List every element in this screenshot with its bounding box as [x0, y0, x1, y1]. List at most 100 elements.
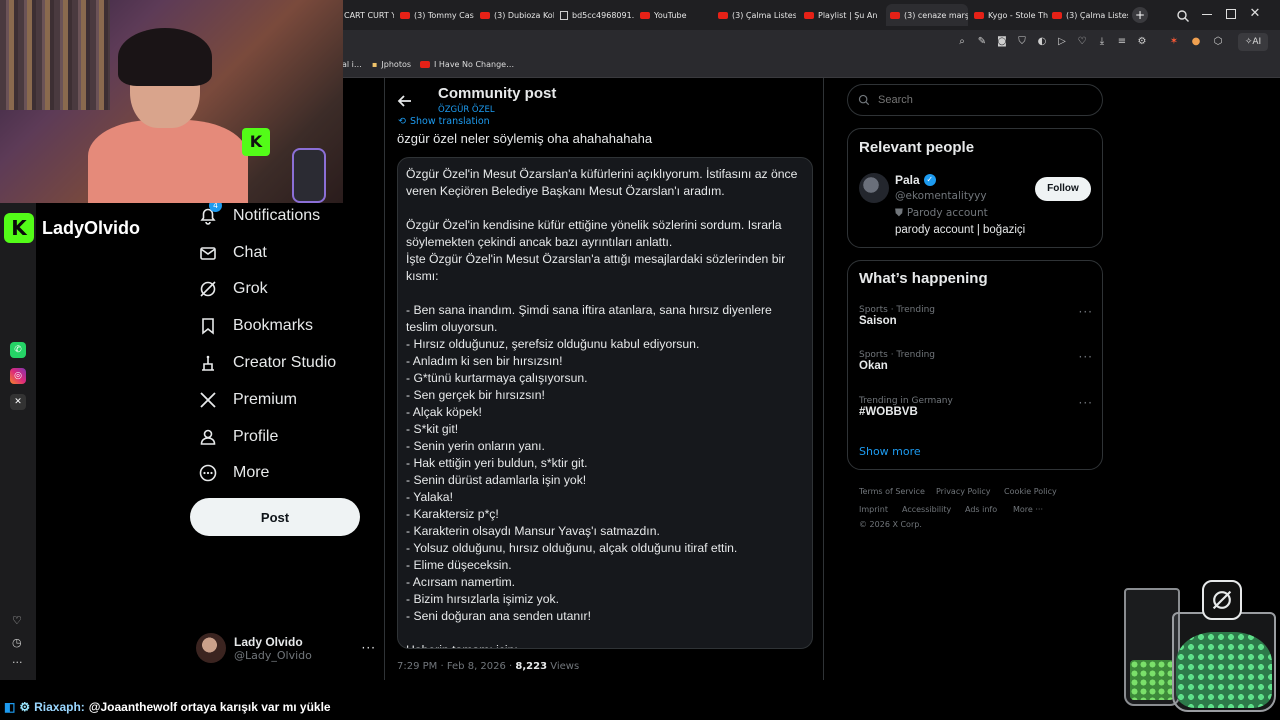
mask-icon: ⛊ [895, 207, 903, 219]
settings-icon[interactable]: ⚙ [1134, 34, 1150, 50]
browser-tab[interactable]: CART CURT Y [340, 4, 394, 26]
trend-item[interactable]: Trending in Germany #WOBBVB ··· [859, 396, 1093, 430]
maximize-icon[interactable] [1226, 9, 1236, 19]
avatar[interactable] [859, 173, 889, 203]
ai-button[interactable]: ✧AI [1238, 33, 1268, 51]
bookmark-item[interactable]: I Have No Change… [420, 60, 514, 69]
beans-fill-left [1130, 660, 1174, 700]
browser-tab-active[interactable]: (3) cenaze marşı [886, 4, 968, 26]
camera-icon[interactable]: ◙ [994, 34, 1010, 50]
nav-label: Bookmarks [233, 317, 314, 334]
menu-icon[interactable]: ≡ [1114, 34, 1130, 50]
edit-icon[interactable]: ✎ [974, 34, 990, 50]
nav-chat[interactable]: Chat [197, 236, 267, 270]
footer-link[interactable]: Privacy Policy [936, 487, 991, 496]
trend-meta: Sports · Trending [859, 305, 935, 315]
history-icon[interactable]: ◷ [12, 636, 22, 649]
quoted-post[interactable]: Özgür Özel'in Mesut Özarslan'a küfürleri… [397, 157, 813, 649]
left-strip [0, 203, 36, 680]
stream-channel-label: K LadyOlvido [4, 206, 194, 250]
browser-tab[interactable]: (3) Dubioza Kole [476, 4, 554, 26]
footer-link[interactable]: More ··· [1013, 505, 1043, 514]
streamer-hair [118, 28, 212, 86]
browser-tab[interactable]: (3) Çalma Listesi [1048, 4, 1128, 26]
relevant-people-title: Relevant people [859, 139, 975, 156]
minimize-icon[interactable] [1202, 14, 1212, 15]
show-translation-label: Show translation [409, 116, 490, 127]
tab-label: Playlist | Şu An İç [818, 10, 880, 20]
nav-bookmarks[interactable]: Bookmarks [197, 309, 313, 343]
footer-link[interactable]: Imprint [859, 505, 888, 514]
nav-notifications[interactable]: 4 Notifications [197, 199, 320, 233]
heart-icon[interactable]: ♡ [12, 614, 22, 627]
browser-tab[interactable]: bd5cc4968091… [556, 4, 634, 26]
nav-grok[interactable]: Grok [197, 272, 268, 306]
whats-happening-card: What’s happening Sports · Trending Saiso… [847, 260, 1103, 470]
nav-premium[interactable]: Premium [197, 383, 297, 417]
chat-text: @Joaanthewolf ortaya karışık var mı yükl… [88, 700, 331, 714]
bookmark-item[interactable]: al i… [342, 60, 362, 69]
trend-name: #WOBBVB [859, 406, 918, 418]
show-translation-link[interactable]: ⟲ Show translation [398, 116, 490, 127]
back-arrow-icon[interactable] [396, 92, 414, 110]
new-tab-button[interactable]: + [1132, 7, 1148, 23]
browser-tab[interactable]: Playlist | Şu An İç [800, 4, 880, 26]
instagram-icon[interactable]: ◎ [10, 368, 26, 384]
more-icon[interactable]: ··· [1079, 396, 1093, 410]
nav-more[interactable]: More [197, 456, 269, 490]
footer-link[interactable]: Ads info [965, 505, 997, 514]
whatsapp-icon[interactable]: ✆ [10, 342, 26, 358]
nav-label: Chat [233, 244, 267, 261]
show-more-link[interactable]: Show more [859, 445, 921, 458]
tab-label: bd5cc4968091… [572, 10, 634, 20]
search-icon[interactable]: ⌕ [954, 34, 970, 50]
footer-link[interactable]: Terms of Service [859, 487, 925, 496]
more-icon[interactable]: ··· [1079, 305, 1093, 319]
more-icon[interactable]: ··· [1079, 350, 1093, 364]
extension-icon[interactable]: ● [1188, 34, 1204, 50]
account-switcher[interactable]: Lady Olvido @Lady_Olvido ··· [196, 628, 376, 668]
youtube-icon [420, 61, 430, 68]
kick-logo-icon: K [4, 213, 34, 243]
heart-icon[interactable]: ♡ [1074, 34, 1090, 50]
extension-icon[interactable]: ✶ [1166, 34, 1182, 50]
ai-label: AI [1252, 37, 1262, 47]
x-icon[interactable]: ✕ [10, 394, 26, 410]
community-name[interactable]: ÖZGÜR ÖZEL [438, 105, 495, 115]
download-icon[interactable]: ⤓ [1094, 34, 1110, 50]
quoted-post-text: Özgür Özel'in Mesut Özarslan'a küfürleri… [406, 167, 798, 648]
nav-label: Profile [233, 428, 279, 445]
gear-icon: ⚙ [19, 700, 31, 714]
play-icon[interactable]: ▷ [1054, 34, 1070, 50]
nav-label: Grok [233, 280, 268, 297]
bookmark-item[interactable]: ▪ Jphotos [372, 60, 411, 69]
search-tabs-icon[interactable] [1176, 8, 1190, 22]
account-name: Lady Olvido [234, 634, 303, 649]
vpn-icon[interactable]: ◐ [1034, 34, 1050, 50]
browser-tab[interactable]: (3) Tommy Cash [396, 4, 474, 26]
footer-link[interactable]: Accessibility [902, 505, 951, 514]
nav-creator-studio[interactable]: Creator Studio [197, 346, 336, 380]
shield-icon[interactable]: ⛉ [1014, 34, 1030, 50]
browser-tab[interactable]: Kygo - Stole The [970, 4, 1048, 26]
post-button[interactable]: Post [190, 498, 360, 536]
tab-label: (3) Tommy Cash [414, 10, 474, 20]
nav-profile[interactable]: Profile [197, 420, 278, 454]
footer-link[interactable]: Cookie Policy [1004, 487, 1057, 496]
relevant-person-handle: @ekomentalityyy [895, 190, 987, 202]
more-circle-icon [197, 462, 219, 484]
trend-name: Okan [859, 360, 888, 372]
search-input[interactable] [878, 94, 1078, 106]
trend-meta: Trending in Germany [859, 396, 953, 406]
close-icon[interactable]: ✕ [1248, 6, 1262, 22]
post-timestamp: 7:29 PM · Feb 8, 2026 · [397, 661, 516, 672]
browser-tab[interactable]: (3) Çalma Listesi [714, 4, 796, 26]
browser-tab[interactable]: YouTube [636, 4, 710, 26]
puzzle-icon[interactable]: ⬡ [1210, 34, 1226, 50]
trend-item[interactable]: Sports · Trending Okan ··· [859, 350, 1093, 384]
trend-item[interactable]: Sports · Trending Saison ··· [859, 305, 1093, 339]
relevant-person-name-row[interactable]: Pala ✓ [895, 173, 936, 187]
more-icon[interactable]: ··· [12, 656, 23, 669]
follow-button[interactable]: Follow [1035, 177, 1091, 201]
search-box[interactable] [847, 84, 1103, 116]
